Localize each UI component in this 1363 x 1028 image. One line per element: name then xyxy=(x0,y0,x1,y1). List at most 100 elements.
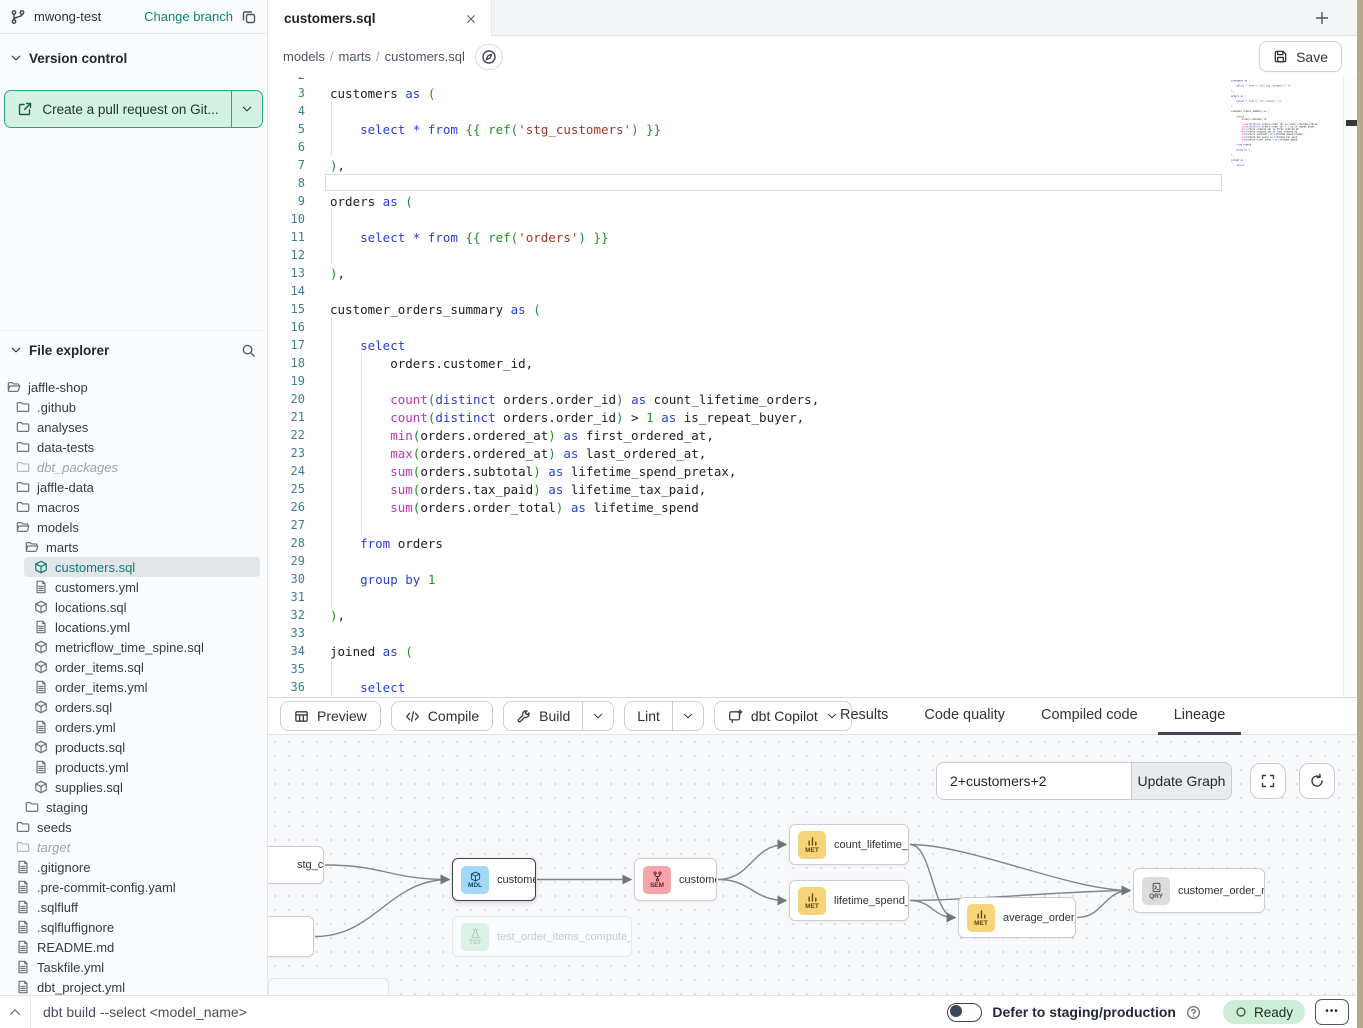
tree-item-dbt-project-yml[interactable]: dbt_project.yml xyxy=(0,977,266,995)
lineage-node-partial_node[interactable] xyxy=(268,978,389,995)
collapse-panel-button[interactable] xyxy=(0,1005,30,1019)
lineage-node-customers_model[interactable]: MDLcustomers xyxy=(452,858,536,901)
result-tab-compiled-code[interactable]: Compiled code xyxy=(1025,698,1154,735)
update-graph-button[interactable]: Update Graph xyxy=(1131,763,1231,799)
tree-item-target[interactable]: target xyxy=(0,837,266,857)
lineage-node-count_lifetime_orders[interactable]: METcount_lifetime_orders xyxy=(789,824,909,865)
code-line-32[interactable]: 32), xyxy=(280,606,1363,624)
tree-item-seeds[interactable]: seeds xyxy=(0,817,266,837)
tree-item-order-items-sql[interactable]: order_items.sql xyxy=(0,657,266,677)
build-options-button[interactable] xyxy=(583,702,613,730)
lineage-node-test_order_items[interactable]: TSTtest_order_items_compute_to_bools... xyxy=(452,916,632,957)
tree-item-customers-sql[interactable]: customers.sql xyxy=(24,557,260,577)
change-branch-link[interactable]: Change branch xyxy=(144,9,233,24)
tree-item--gitignore[interactable]: .gitignore xyxy=(0,857,266,877)
code-line-3[interactable]: 3customers as ( xyxy=(280,84,1363,102)
code-line-5[interactable]: 5 select * from {{ ref('stg_customers') … xyxy=(280,120,1363,138)
fullscreen-button[interactable] xyxy=(1250,763,1286,799)
version-control-header[interactable]: Version control xyxy=(0,45,267,71)
tree-item-readme-md[interactable]: README.md xyxy=(0,937,266,957)
code-editor[interactable]: 23customers as (45 select * from {{ ref(… xyxy=(268,77,1363,697)
tree-item-orders-yml[interactable]: orders.yml xyxy=(0,717,266,737)
compile-button[interactable]: Compile xyxy=(391,701,493,731)
tree-item-order-items-yml[interactable]: order_items.yml xyxy=(0,677,266,697)
lineage-panel[interactable]: stg_customersordersMDLcustomersTSTtest_o… xyxy=(268,735,1363,995)
code-line-35[interactable]: 35 xyxy=(280,660,1363,678)
more-options-button[interactable]: ••• xyxy=(1315,999,1349,1025)
tab-customers-sql[interactable]: customers.sql xyxy=(268,0,492,37)
tree-item-taskfile-yml[interactable]: Taskfile.yml xyxy=(0,957,266,977)
code-line-29[interactable]: 29 xyxy=(280,552,1363,570)
tree-item-staging[interactable]: staging xyxy=(0,797,266,817)
tree-item-products-sql[interactable]: products.sql xyxy=(0,737,266,757)
code-line-25[interactable]: 25 sum(orders.tax_paid) as lifetime_tax_… xyxy=(280,480,1363,498)
create-pr-main[interactable]: Create a pull request on Git... xyxy=(5,91,231,127)
tree-item--pre-commit-config-yaml[interactable]: .pre-commit-config.yaml xyxy=(0,877,266,897)
lint-options-button[interactable] xyxy=(673,702,703,730)
code-line-19[interactable]: 19 xyxy=(280,372,1363,390)
create-pr-button[interactable]: Create a pull request on Git... xyxy=(4,90,263,128)
code-line-14[interactable]: 14 xyxy=(280,282,1363,300)
code-line-24[interactable]: 24 sum(orders.subtotal) as lifetime_spen… xyxy=(280,462,1363,480)
help-icon[interactable] xyxy=(1186,1005,1201,1020)
code-line-30[interactable]: 30 group by 1 xyxy=(280,570,1363,588)
minimap[interactable]: customers as ( select * from {{ ref('stg… xyxy=(1231,77,1343,209)
code-line-28[interactable]: 28 from orders xyxy=(280,534,1363,552)
tree-item-models[interactable]: models xyxy=(0,517,266,537)
code-line-6[interactable]: 6 xyxy=(280,138,1363,156)
preview-button[interactable]: Preview xyxy=(280,701,381,731)
search-icon[interactable] xyxy=(241,343,256,358)
tree-item-jaffle-data[interactable]: jaffle-data xyxy=(0,477,266,497)
code-line-33[interactable]: 33 xyxy=(280,624,1363,642)
code-line-27[interactable]: 27 xyxy=(280,516,1363,534)
result-tab-results[interactable]: Results xyxy=(824,698,904,735)
tree-item-orders-sql[interactable]: orders.sql xyxy=(0,697,266,717)
code-line-34[interactable]: 34joined as ( xyxy=(280,642,1363,660)
lineage-node-customers_semantic[interactable]: SEMcustomers xyxy=(634,858,717,901)
refresh-button[interactable] xyxy=(1299,763,1335,799)
code-line-16[interactable]: 16 xyxy=(280,318,1363,336)
code-line-10[interactable]: 10 xyxy=(280,210,1363,228)
code-line-11[interactable]: 11 select * from {{ ref('orders') }} xyxy=(280,228,1363,246)
breadcrumb-item[interactable]: customers.sql xyxy=(385,49,465,64)
code-line-18[interactable]: 18 orders.customer_id, xyxy=(280,354,1363,372)
code-line-12[interactable]: 12 xyxy=(280,246,1363,264)
lineage-node-orders[interactable]: orders xyxy=(268,916,314,957)
code-line-31[interactable]: 31 xyxy=(280,588,1363,606)
code-line-26[interactable]: 26 sum(orders.order_total) as lifetime_s… xyxy=(280,498,1363,516)
command-input[interactable]: dbt build --select <model_name> xyxy=(43,1004,247,1020)
code-line-4[interactable]: 4 xyxy=(280,102,1363,120)
tree-item-marts[interactable]: marts xyxy=(0,537,266,557)
tree-item-locations-sql[interactable]: locations.sql xyxy=(0,597,266,617)
lineage-search-input[interactable] xyxy=(937,763,1131,799)
code-line-2[interactable]: 2 xyxy=(280,77,1363,84)
copy-icon[interactable] xyxy=(241,9,257,25)
tree-item-jaffle-shop[interactable]: jaffle-shop xyxy=(0,377,266,397)
save-button[interactable]: Save xyxy=(1259,41,1342,72)
lint-button[interactable]: Lint xyxy=(625,702,672,730)
file-explorer-header[interactable]: File explorer xyxy=(0,337,266,363)
breadcrumb-item[interactable]: marts xyxy=(339,49,372,64)
tree-item-customers-yml[interactable]: customers.yml xyxy=(0,577,266,597)
tree-item--sqlfluff[interactable]: .sqlfluff xyxy=(0,897,266,917)
code-lines[interactable]: 23customers as (45 select * from {{ ref(… xyxy=(268,77,1363,696)
code-line-22[interactable]: 22 min(orders.ordered_at) as first_order… xyxy=(280,426,1363,444)
code-line-23[interactable]: 23 max(orders.ordered_at) as last_ordere… xyxy=(280,444,1363,462)
build-button[interactable]: Build xyxy=(504,702,582,730)
code-line-20[interactable]: 20 count(distinct orders.order_id) as co… xyxy=(280,390,1363,408)
tree-item-metricflow-time-spine-sql[interactable]: metricflow_time_spine.sql xyxy=(0,637,266,657)
tree-item-data-tests[interactable]: data-tests xyxy=(0,437,266,457)
close-tab-icon[interactable] xyxy=(465,13,477,25)
code-line-13[interactable]: 13), xyxy=(280,264,1363,282)
tree-item--github[interactable]: .github xyxy=(0,397,266,417)
code-line-17[interactable]: 17 select xyxy=(280,336,1363,354)
tree-item-supplies-sql[interactable]: supplies.sql xyxy=(0,777,266,797)
lineage-node-customer_order_metrics[interactable]: QRYcustomer_order_metrics xyxy=(1133,868,1265,913)
code-line-8[interactable]: 8 xyxy=(280,174,1363,192)
tree-item-macros[interactable]: macros xyxy=(0,497,266,517)
new-tab-button[interactable] xyxy=(1310,6,1334,30)
tree-item-locations-yml[interactable]: locations.yml xyxy=(0,617,266,637)
result-tab-lineage[interactable]: Lineage xyxy=(1158,698,1242,735)
result-tab-code-quality[interactable]: Code quality xyxy=(908,698,1021,735)
code-line-7[interactable]: 7), xyxy=(280,156,1363,174)
